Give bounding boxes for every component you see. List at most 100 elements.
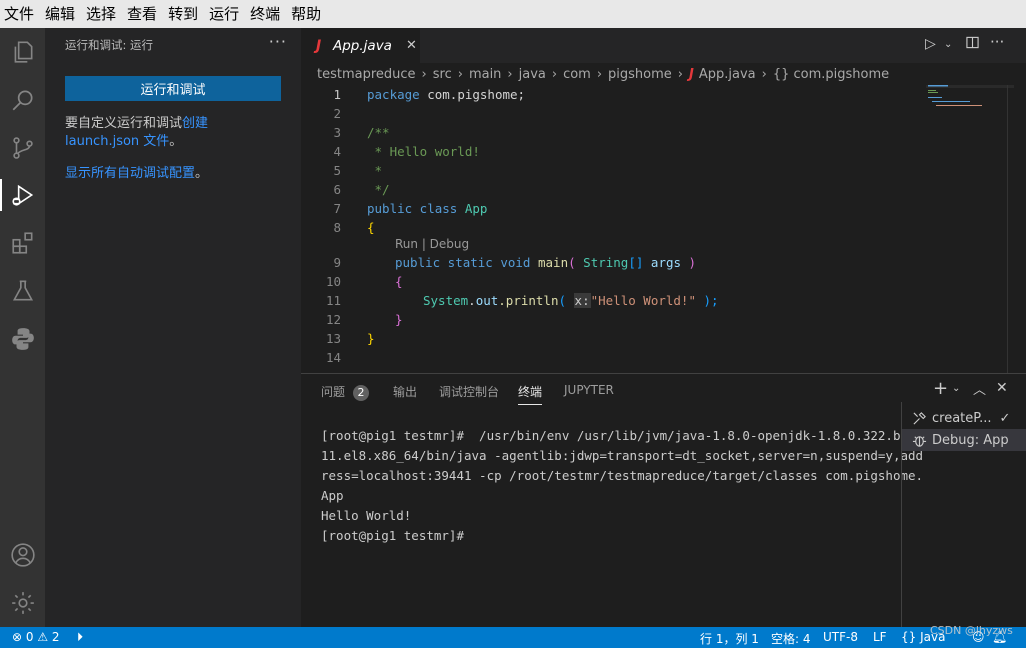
run-dropdown-chevron-icon[interactable]: ⌄ <box>944 39 952 50</box>
run-debug-sidebar: 运行和调试: 运行 ··· 运行和调试 要自定义运行和调试创建 launch.j… <box>45 28 301 627</box>
line-number: 14 <box>325 350 341 365</box>
code-line-12: } <box>395 312 403 327</box>
code-line-5: * <box>367 163 383 178</box>
code-line-4: * Hello world! <box>367 144 480 159</box>
run-and-debug-button[interactable]: 运行和调试 <box>65 76 281 101</box>
line-number: 8 <box>333 220 341 235</box>
extensions-icon[interactable] <box>0 221 45 265</box>
indentation[interactable]: 空格: 4 <box>771 630 811 647</box>
line-number: 1 <box>333 87 341 102</box>
customize-text: 要自定义运行和调试 <box>65 116 183 131</box>
tab-debug-console[interactable]: 调试控制台 <box>439 383 499 400</box>
watermark: CSDN @lhyzws <box>930 624 1013 637</box>
maximize-panel-icon[interactable]: ︿ <box>973 379 986 398</box>
code-line-11: System.out.println( x:"Hello World!" ); <box>423 293 719 308</box>
tab-output[interactable]: 输出 <box>393 383 417 400</box>
settings-gear-icon[interactable] <box>0 581 45 625</box>
terminal-dropdown-chevron-icon[interactable]: ⌄ <box>952 383 960 394</box>
breadcrumb-item[interactable]: com <box>563 67 591 82</box>
code-line-1: package com.pigshome; <box>367 87 526 102</box>
minimap[interactable] <box>926 85 1014 113</box>
tab-terminal[interactable]: 终端 <box>518 383 543 405</box>
run-debug-icon[interactable] <box>0 173 45 217</box>
breadcrumb-item[interactable]: java <box>519 67 546 82</box>
cursor-position[interactable]: 行 1，列 1 <box>700 630 759 647</box>
breadcrumb-item[interactable]: testmapreduce <box>317 67 416 82</box>
menu-help[interactable]: 帮助 <box>287 0 328 28</box>
editor-scrollbar[interactable] <box>1007 85 1022 373</box>
code-line-3: /** <box>367 125 390 140</box>
parameter-hint: x: <box>573 293 591 308</box>
run-debug-codelens[interactable]: Run | Debug <box>395 237 469 251</box>
menu-selection[interactable]: 选择 <box>82 0 123 28</box>
terminal-line: [root@pig1 testmr]# /usr/bin/env /usr/li… <box>321 428 924 443</box>
debug-bug-icon <box>912 435 927 447</box>
menu-go[interactable]: 转到 <box>164 0 205 28</box>
auto-debug-end: 。 <box>195 166 209 181</box>
end-of-line[interactable]: LF <box>873 630 887 644</box>
menu-terminal[interactable]: 终端 <box>246 0 287 28</box>
menu-file[interactable]: 文件 <box>0 0 41 28</box>
sidebar-title: 运行和调试: 运行 <box>65 38 154 52</box>
tab-jupyter[interactable]: JUPYTER <box>564 383 614 397</box>
java-file-icon: J <box>316 37 322 54</box>
line-number: 12 <box>325 312 341 327</box>
breadcrumb-item[interactable]: pigshome <box>608 67 672 82</box>
testing-icon[interactable] <box>0 269 45 313</box>
line-number: 13 <box>325 331 341 346</box>
line-number: 11 <box>325 293 341 308</box>
terminal-list: createP... ✓ Debug: App <box>901 402 1026 628</box>
activity-bar <box>0 28 45 627</box>
more-actions-icon[interactable]: ··· <box>269 32 287 51</box>
customize-end: 。 <box>169 134 183 149</box>
line-number: 9 <box>333 255 341 270</box>
line-number: 7 <box>333 201 341 216</box>
problems-count-badge: 2 <box>353 385 370 401</box>
encoding[interactable]: UTF-8 <box>823 630 858 644</box>
terminal-line: Hello World! <box>321 508 412 523</box>
breadcrumb-file[interactable]: App.java <box>699 67 756 82</box>
menu-view[interactable]: 查看 <box>123 0 164 28</box>
close-panel-icon[interactable]: ✕ <box>996 380 1008 396</box>
editor-tab-bar: J App.java ✕ ▷ ⌄ ··· <box>301 28 1026 63</box>
run-file-icon[interactable]: ▷ <box>925 36 936 52</box>
code-line-13: } <box>367 331 375 346</box>
code-line-9: public static void main( String[] args ) <box>395 255 697 270</box>
terminal-line: [root@pig1 testmr]# <box>321 528 472 543</box>
problems-status[interactable]: ⊗ 0 ⚠ 2 <box>12 630 60 644</box>
account-icon[interactable] <box>0 533 45 577</box>
tab-problems[interactable]: 问题 2 <box>321 383 370 401</box>
new-terminal-plus-icon[interactable]: + <box>933 378 948 399</box>
terminal-item-debug-app[interactable]: Debug: App <box>902 429 1026 451</box>
terminal-line: App <box>321 488 344 503</box>
show-auto-debug-configs-link[interactable]: 显示所有自动调试配置 <box>65 166 195 181</box>
java-file-icon: J <box>689 66 694 82</box>
split-editor-icon[interactable] <box>966 36 979 53</box>
files-icon[interactable] <box>0 30 45 74</box>
code-editor[interactable]: 1 2 3 4 5 6 7 8 9 10 11 12 13 14 package… <box>301 85 1026 373</box>
editor-more-icon[interactable]: ··· <box>990 33 1004 51</box>
tools-icon <box>913 411 926 425</box>
line-number: 2 <box>333 106 341 121</box>
debug-status-icon[interactable]: ⏵ <box>77 630 83 645</box>
source-control-icon[interactable] <box>0 126 45 170</box>
code-line-7: public class App <box>367 201 488 216</box>
terminal-item-create-project[interactable]: createP... ✓ <box>902 407 1026 429</box>
line-number: 5 <box>333 163 341 178</box>
line-number: 4 <box>333 144 341 159</box>
menu-edit[interactable]: 编辑 <box>41 0 82 28</box>
python-icon[interactable] <box>0 317 45 361</box>
customize-hint: 要自定义运行和调试创建 launch.json 文件。 <box>65 115 265 151</box>
search-icon[interactable] <box>0 78 45 122</box>
tab-app-java[interactable]: J App.java ✕ <box>301 28 420 63</box>
close-tab-icon[interactable]: ✕ <box>406 38 417 53</box>
breadcrumb-item[interactable]: src <box>433 67 452 82</box>
breadcrumb: testmapreduce › src › main › java › com › pig… <box>301 63 1026 85</box>
menu-bar: 文件 编辑 选择 查看 转到 运行 终端 帮助 <box>0 0 1026 28</box>
line-number: 10 <box>325 274 341 289</box>
breadcrumb-symbol[interactable]: {} com.pigshome <box>773 67 889 82</box>
menu-run[interactable]: 运行 <box>205 0 246 28</box>
terminal-output[interactable]: [root@pig1 testmr]# /usr/bin/env /usr/li… <box>321 426 924 546</box>
terminal-line: ress=localhost:39441 -cp /root/testmr/te… <box>321 468 924 483</box>
breadcrumb-item[interactable]: main <box>469 67 501 82</box>
